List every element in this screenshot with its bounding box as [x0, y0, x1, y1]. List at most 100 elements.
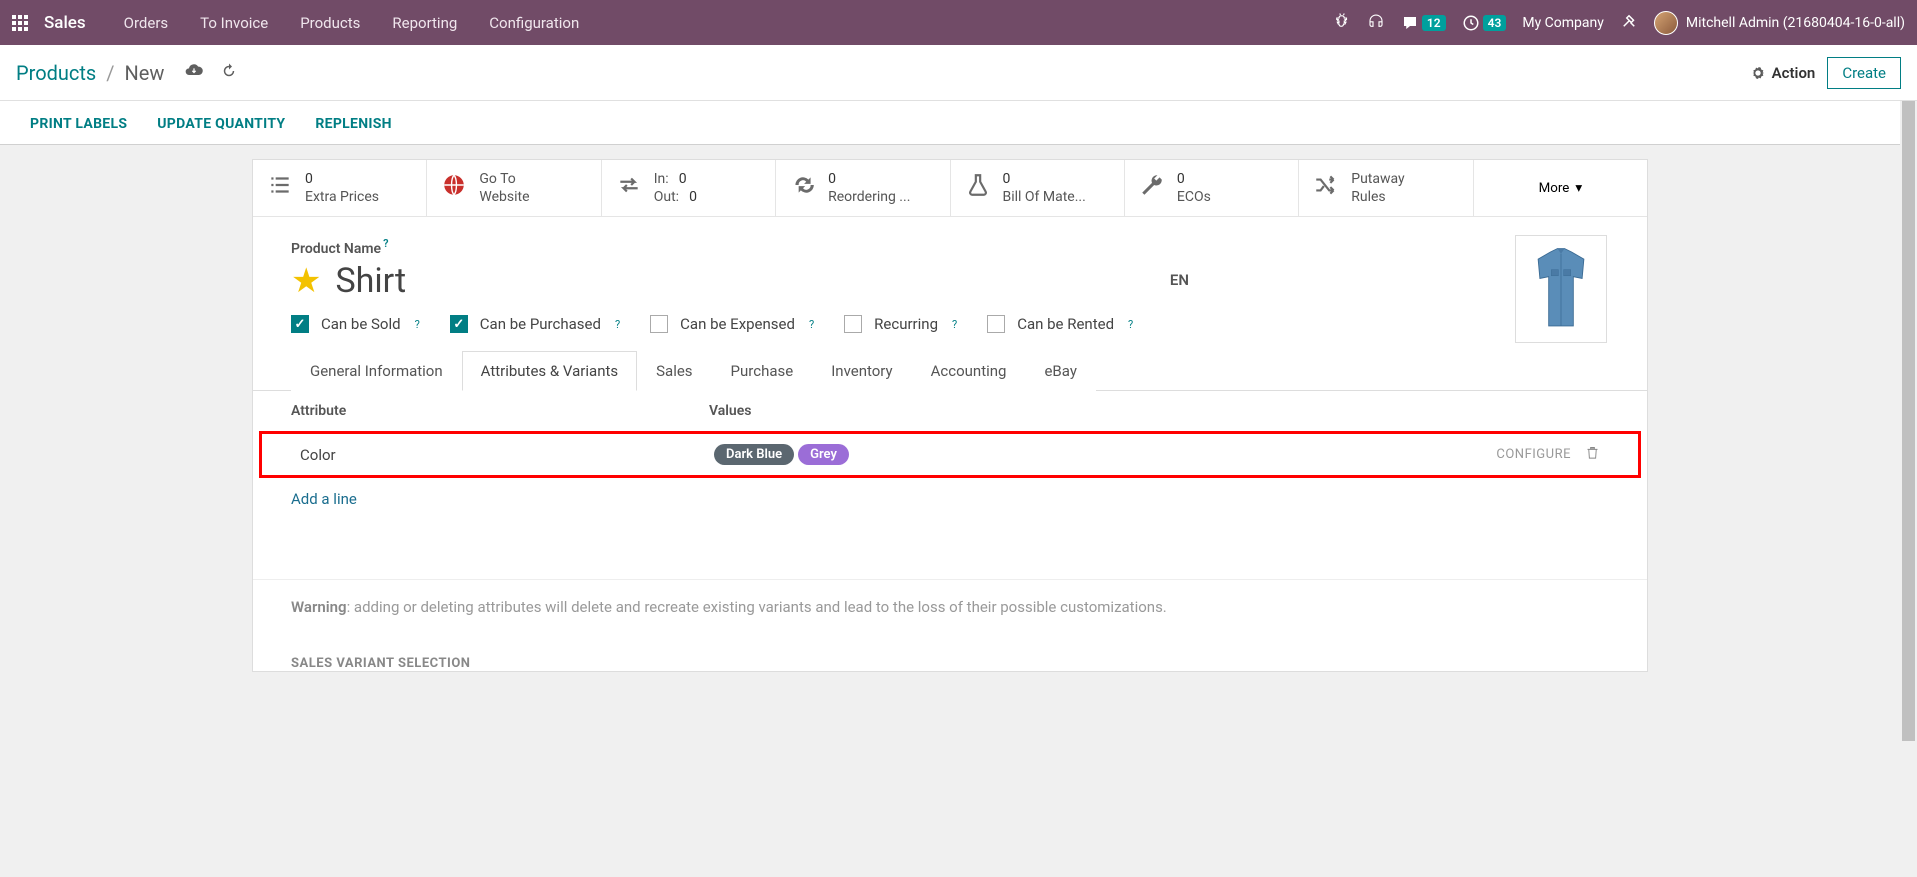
support-icon[interactable] — [1367, 12, 1385, 34]
stat-ecos[interactable]: 0 ECOs — [1125, 160, 1299, 216]
messages-badge: 12 — [1422, 15, 1446, 31]
help-icon[interactable]: ? — [383, 237, 388, 250]
tabs: General Information Attributes & Variant… — [253, 351, 1647, 391]
content: 0 Extra Prices Go To Website In: 0 — [0, 145, 1900, 877]
user-menu[interactable]: Mitchell Admin (21680404-16-0-all) — [1654, 11, 1905, 35]
wrench-icon — [1139, 172, 1165, 204]
nav-to-invoice[interactable]: To Invoice — [188, 14, 280, 32]
attribute-row[interactable]: Color Dark Blue Grey CONFIGURE — [259, 431, 1641, 478]
action-bar: PRINT LABELS UPDATE QUANTITY REPLENISH — [0, 101, 1917, 145]
caret-down-icon: ▾ — [1575, 181, 1582, 196]
attribute-values[interactable]: Dark Blue Grey — [714, 444, 1496, 465]
stat-bom[interactable]: 0 Bill Of Mate... — [951, 160, 1125, 216]
col-values: Values — [709, 403, 1609, 419]
trash-icon[interactable] — [1585, 445, 1600, 464]
tab-inventory[interactable]: Inventory — [812, 351, 911, 391]
product-header: Product Name? ★ Shirt EN — [253, 217, 1647, 315]
create-button[interactable]: Create — [1827, 57, 1901, 89]
favorite-star-icon[interactable]: ★ — [291, 261, 321, 301]
help-icon[interactable]: ? — [415, 318, 420, 331]
tab-sales[interactable]: Sales — [637, 351, 711, 391]
topbar: Sales Orders To Invoice Products Reporti… — [0, 0, 1917, 45]
shirt-icon — [1525, 245, 1597, 333]
stat-reordering[interactable]: 0 Reordering ... — [776, 160, 950, 216]
replenish-button[interactable]: REPLENISH — [315, 116, 392, 132]
app-brand[interactable]: Sales — [44, 13, 86, 33]
col-attribute: Attribute — [291, 403, 709, 419]
nav-orders[interactable]: Orders — [112, 14, 181, 32]
transfer-icon — [616, 172, 642, 204]
tab-purchase[interactable]: Purchase — [712, 351, 813, 391]
can-be-expensed-checkbox[interactable] — [650, 315, 668, 333]
stat-in-out[interactable]: In: 0 Out: 0 — [602, 160, 776, 216]
stat-website[interactable]: Go To Website — [427, 160, 601, 216]
attributes-table: Attribute Values Color Dark Blue Grey CO… — [253, 391, 1647, 520]
list-icon — [267, 172, 293, 204]
breadcrumb-separator: / — [106, 61, 114, 85]
breadcrumb-current: New — [125, 61, 165, 85]
topbar-left: Sales Orders To Invoice Products Reporti… — [12, 13, 591, 33]
scrollbar-thumb[interactable] — [1902, 101, 1915, 741]
nav-configuration[interactable]: Configuration — [477, 14, 591, 32]
messages-button[interactable]: 12 — [1401, 14, 1446, 32]
action-button[interactable]: Action — [1750, 64, 1816, 82]
language-button[interactable]: EN — [1170, 271, 1189, 289]
form-sheet: 0 Extra Prices Go To Website In: 0 — [252, 159, 1648, 672]
help-icon[interactable]: ? — [809, 318, 814, 331]
activities-button[interactable]: 43 — [1462, 14, 1507, 32]
help-icon[interactable]: ? — [615, 318, 620, 331]
add-line-button[interactable]: Add a line — [253, 478, 1647, 520]
company-name[interactable]: My Company — [1522, 15, 1604, 31]
scrollbar-track[interactable] — [1900, 101, 1917, 877]
can-be-purchased-checkbox[interactable] — [450, 315, 468, 333]
globe-icon — [441, 172, 467, 204]
tab-ebay[interactable]: eBay — [1025, 351, 1095, 391]
can-be-sold-checkbox[interactable] — [291, 315, 309, 333]
stat-extra-prices[interactable]: 0 Extra Prices — [253, 160, 427, 216]
breadcrumb: Products / New — [16, 60, 238, 85]
attributes-header: Attribute Values — [253, 391, 1647, 431]
nav-products[interactable]: Products — [288, 14, 372, 32]
discard-icon[interactable] — [220, 61, 238, 85]
stat-buttons: 0 Extra Prices Go To Website In: 0 — [253, 160, 1647, 217]
value-pill-grey[interactable]: Grey — [798, 444, 849, 465]
nav-reporting[interactable]: Reporting — [380, 14, 469, 32]
tab-attributes-variants[interactable]: Attributes & Variants — [462, 351, 637, 391]
print-labels-button[interactable]: PRINT LABELS — [30, 116, 127, 132]
help-icon[interactable]: ? — [1128, 318, 1133, 331]
spacer — [253, 520, 1647, 580]
section-variant-selection: SALES VARIANT SELECTION — [253, 634, 1647, 671]
help-icon[interactable]: ? — [952, 318, 957, 331]
gear-icon — [1750, 65, 1766, 81]
product-name-label: Product Name? — [291, 241, 388, 257]
stat-putaway[interactable]: Putaway Rules — [1299, 160, 1473, 216]
avatar — [1654, 11, 1678, 35]
stat-more[interactable]: More ▾ — [1474, 160, 1647, 216]
cloud-save-icon[interactable] — [184, 60, 204, 85]
recurring-checkbox[interactable] — [844, 315, 862, 333]
breadcrumb-root[interactable]: Products — [16, 61, 96, 85]
shuffle-icon — [1313, 172, 1339, 204]
attribute-name[interactable]: Color — [300, 446, 714, 464]
activities-badge: 43 — [1483, 15, 1507, 31]
row-actions: CONFIGURE — [1496, 445, 1600, 464]
checkbox-row: Can be Sold? Can be Purchased? Can be Ex… — [253, 315, 1647, 351]
user-name: Mitchell Admin (21680404-16-0-all) — [1686, 15, 1905, 31]
warning-text: Warning: adding or deleting attributes w… — [253, 580, 1647, 634]
apps-icon[interactable] — [12, 15, 28, 31]
can-be-rented-checkbox[interactable] — [987, 315, 1005, 333]
topbar-right: 12 43 My Company Mitchell Admin (2168040… — [1333, 11, 1905, 35]
product-name-input[interactable]: Shirt — [335, 261, 406, 301]
product-image[interactable] — [1515, 235, 1607, 343]
header-bar: Products / New Action Create — [0, 45, 1917, 101]
tab-accounting[interactable]: Accounting — [912, 351, 1026, 391]
bug-icon[interactable] — [1333, 12, 1351, 34]
tab-general-info[interactable]: General Information — [291, 351, 462, 391]
header-actions: Action Create — [1750, 57, 1901, 89]
update-quantity-button[interactable]: UPDATE QUANTITY — [157, 116, 285, 132]
refresh-icon — [790, 172, 816, 204]
flask-icon — [965, 172, 991, 204]
tools-icon[interactable] — [1620, 12, 1638, 34]
configure-button[interactable]: CONFIGURE — [1496, 447, 1571, 462]
value-pill-darkblue[interactable]: Dark Blue — [714, 444, 794, 465]
